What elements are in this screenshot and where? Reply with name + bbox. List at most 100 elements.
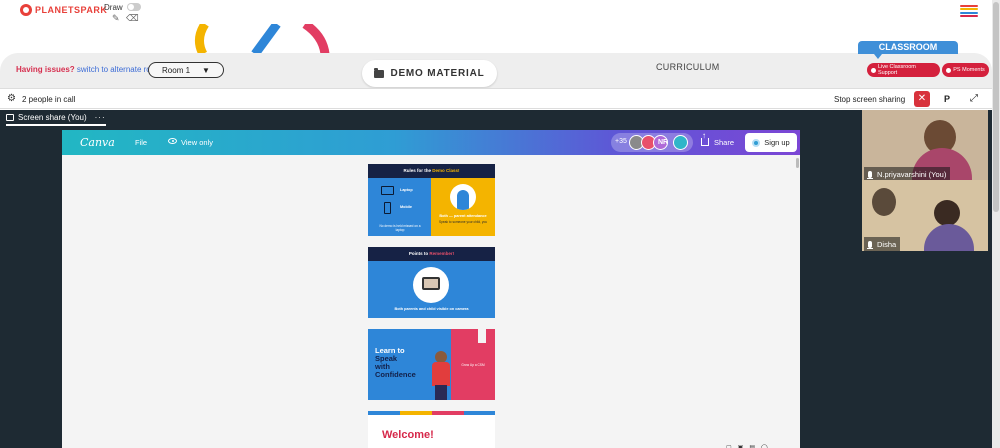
ps-moments-label: PS Moments bbox=[953, 67, 985, 73]
screen-share-tab[interactable]: Screen share (You) ··· bbox=[6, 112, 106, 126]
child-legs bbox=[435, 385, 447, 400]
logo-mark-icon bbox=[20, 4, 32, 16]
logo-text: PLANETSPARK bbox=[35, 5, 108, 15]
slide-caption: Both parents and child visible on camera bbox=[394, 307, 469, 311]
canva-logo[interactable]: Canva bbox=[80, 136, 115, 149]
canva-share-button[interactable]: Share bbox=[714, 138, 734, 147]
color-bar-segment bbox=[368, 411, 400, 415]
menu-line bbox=[960, 5, 978, 7]
collaborator-avatars[interactable]: +35 NR bbox=[611, 133, 693, 152]
menu-line bbox=[960, 8, 978, 11]
room-select-value: Room 1 bbox=[162, 65, 191, 75]
video-stage: Screen share (You) ··· Canva File View o… bbox=[0, 110, 992, 448]
canva-scrollbar[interactable] bbox=[796, 158, 799, 168]
participant-name-bar: N.priyavarshini (You) bbox=[864, 167, 951, 181]
canva-signup-button[interactable]: Sign up bbox=[745, 133, 797, 152]
page-scrollbar-thumb[interactable] bbox=[993, 2, 999, 212]
call-bar: ⚙ 2 people in call Stop screen sharing ✕… bbox=[0, 88, 992, 109]
signup-label: Sign up bbox=[764, 138, 790, 147]
child-body bbox=[432, 362, 450, 386]
view-only-label[interactable]: View only bbox=[181, 138, 213, 147]
canva-bottom-controls[interactable]: ▢▣▤◯ bbox=[726, 444, 774, 448]
eraser-icon[interactable]: ⌫ bbox=[126, 13, 139, 24]
slide-right-panel: Both — parent attendance Speak to someon… bbox=[431, 178, 495, 236]
gear-icon[interactable]: ⚙ bbox=[7, 94, 16, 104]
slide-heading: Rules for the Demo Class! bbox=[368, 164, 495, 178]
canva-signup-icon bbox=[752, 138, 761, 147]
participant-name-bar: Disha bbox=[864, 237, 901, 251]
slide-heading-highlight: Demo Class! bbox=[432, 168, 460, 173]
slide-right-title: Both — parent attendance bbox=[439, 214, 487, 218]
canva-file-menu[interactable]: File bbox=[135, 138, 147, 147]
canva-toolbar: Canva File View only +35 NR Share Sign u… bbox=[62, 130, 800, 155]
stop-screen-sharing-label: Stop screen sharing bbox=[834, 95, 906, 104]
welcome-title: Welcome! bbox=[382, 429, 434, 441]
pin-button[interactable]: P bbox=[939, 91, 955, 107]
menu-line bbox=[960, 11, 978, 14]
color-bar bbox=[368, 411, 495, 415]
slide-welcome[interactable]: Welcome! bbox=[368, 411, 495, 448]
slide-points-to-remember[interactable]: Points to Remember! Both parents and chi… bbox=[368, 247, 495, 318]
slide-title-line: Confidence bbox=[375, 370, 416, 379]
bookmark-strip bbox=[478, 329, 486, 343]
live-support-label: Live Classroom Support bbox=[877, 64, 916, 76]
planetspark-logo[interactable]: PLANETSPARK bbox=[20, 4, 107, 16]
slide-heading: Points to Remember! bbox=[368, 247, 495, 261]
room-header: Having issues? switch to alternate room … bbox=[0, 53, 992, 88]
slide-heading-text: Points to bbox=[408, 251, 429, 256]
demo-material-button[interactable]: DEMO MATERIAL bbox=[362, 60, 497, 87]
fullscreen-icon[interactable]: ⤢ bbox=[966, 91, 982, 107]
draw-toggle[interactable] bbox=[127, 3, 141, 11]
more-options-icon[interactable]: ··· bbox=[95, 113, 106, 122]
avatar-initials: NR bbox=[658, 139, 669, 146]
avatar-count: +35 bbox=[615, 138, 627, 145]
ps-moments-button[interactable]: PS Moments bbox=[942, 63, 989, 77]
slide-left-panel: Laptop Mobile No demo is held missed on … bbox=[368, 178, 431, 236]
child-illustration bbox=[430, 351, 452, 400]
room-select[interactable]: Room 1 ▼ bbox=[148, 62, 224, 78]
participant-tile[interactable]: Disha bbox=[862, 180, 988, 251]
issues-question: Having issues? bbox=[16, 65, 75, 74]
laptop-label: Laptop bbox=[400, 188, 413, 192]
tab-curriculum[interactable]: CURRICULUM bbox=[656, 62, 720, 72]
eye-icon bbox=[168, 138, 177, 144]
participant-tile[interactable]: N.priyavarshini (You) bbox=[862, 110, 988, 181]
screen-share-icon bbox=[6, 113, 14, 121]
support-icon bbox=[871, 67, 876, 73]
alternate-room-notice: Having issues? switch to alternate room bbox=[16, 65, 162, 74]
tab-classroom[interactable]: CLASSROOM bbox=[858, 41, 958, 59]
live-classroom-support-button[interactable]: Live Classroom Support bbox=[867, 63, 940, 77]
mobile-icon bbox=[384, 202, 391, 214]
people-count: 2 people in call bbox=[22, 95, 76, 104]
slide-right-note: Speak to someone your child, you bbox=[438, 220, 488, 224]
stop-sharing-button[interactable]: ✕ bbox=[914, 91, 930, 107]
slide-body: Laptop Mobile No demo is held missed on … bbox=[368, 178, 495, 236]
participant-video bbox=[872, 188, 896, 216]
share-icon bbox=[701, 131, 709, 146]
participant-video bbox=[934, 200, 960, 226]
page-scrollbar[interactable] bbox=[992, 0, 1000, 448]
avatar bbox=[673, 135, 688, 150]
demo-material-label: DEMO MATERIAL bbox=[390, 68, 485, 79]
app-root: PLANETSPARK Draw ✎ ⌫ Having issues? swit… bbox=[0, 0, 1000, 448]
slide-title: Learn to Speak with Confidence bbox=[375, 347, 425, 379]
mobile-label: Mobile bbox=[400, 205, 413, 209]
participant-name: Disha bbox=[877, 239, 897, 249]
draw-label: Draw bbox=[104, 3, 123, 12]
screen-share-label: Screen share (You) bbox=[18, 112, 87, 122]
slide-note: Grow Up a CSM bbox=[461, 363, 485, 367]
participant-name: N.priyavarshini (You) bbox=[877, 169, 947, 179]
shared-screen-canva: Canva File View only +35 NR Share Sign u… bbox=[62, 130, 800, 448]
pencil-icon[interactable]: ✎ bbox=[112, 13, 120, 24]
color-bar-segment bbox=[432, 411, 464, 415]
decorative-arcs bbox=[195, 24, 330, 54]
participant-video bbox=[924, 224, 974, 251]
top-bar: PLANETSPARK Draw ✎ ⌫ bbox=[0, 0, 1000, 24]
mic-icon bbox=[867, 170, 873, 179]
slide-rules[interactable]: Rules for the Demo Class! Laptop Mobile … bbox=[368, 164, 495, 236]
slide-learn-to-speak[interactable]: Learn to Speak with Confidence Grow Up a… bbox=[368, 329, 495, 400]
mic-icon bbox=[867, 240, 873, 249]
slide-note: No demo is held missed on a laptop bbox=[379, 224, 421, 232]
hamburger-menu-icon[interactable] bbox=[960, 5, 978, 17]
folder-icon bbox=[374, 67, 385, 78]
